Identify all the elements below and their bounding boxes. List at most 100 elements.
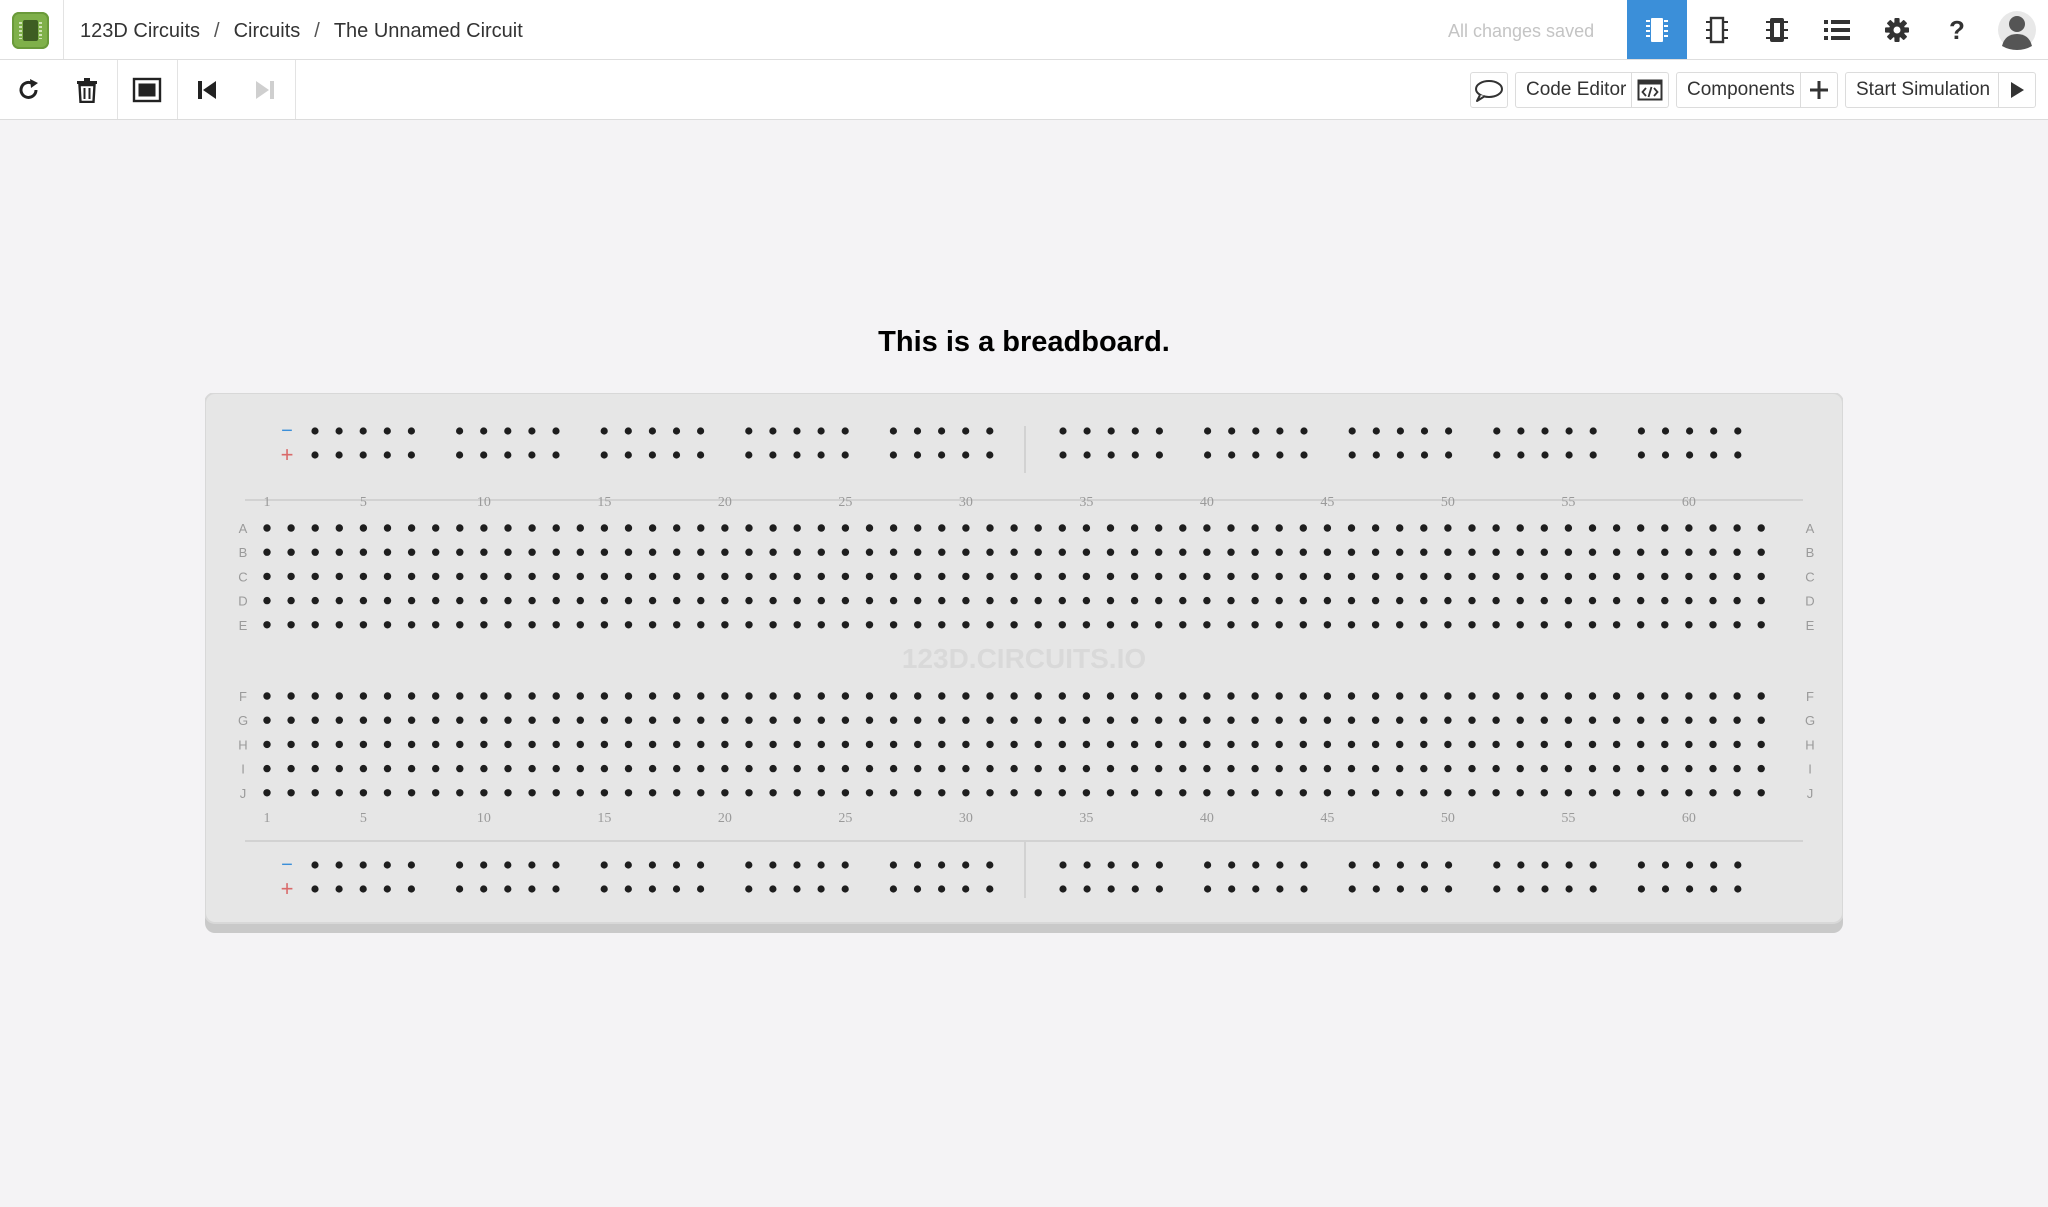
breadboard-hole: [697, 548, 705, 556]
breadboard-hole: [1468, 740, 1476, 749]
breadboard-hole: [962, 621, 970, 629]
breadboard-hole: [1685, 572, 1693, 581]
rail-hole: [745, 885, 753, 893]
redo-button[interactable]: [236, 60, 294, 119]
user-avatar-icon: [1998, 10, 2036, 50]
rail-hole: [1637, 885, 1645, 893]
breadboard-hole: [1612, 740, 1621, 749]
components-label: Components: [1687, 79, 1795, 100]
canvas-annotation-text[interactable]: This is a breadboard.: [0, 326, 2048, 359]
column-label: 30: [959, 495, 973, 510]
row-label: H: [238, 737, 247, 752]
rail-hole: [480, 861, 488, 869]
circuit-name[interactable]: The Unnamed Circuit: [334, 20, 523, 42]
breadboard-hole: [769, 572, 777, 581]
pcb-view-button[interactable]: [1747, 0, 1807, 59]
breadboard-hole: [528, 621, 536, 629]
breadboard-hole: [1227, 764, 1235, 773]
breadboard-hole: [311, 740, 319, 749]
rail-hole: [1493, 451, 1501, 459]
breadboard-hole: [1371, 716, 1380, 724]
breadboard-hole: [1492, 764, 1500, 773]
breadboard-hole: [1130, 621, 1139, 629]
help-button[interactable]: ?: [1927, 0, 1987, 59]
breadboard-hole: [1275, 621, 1283, 629]
rail-hole: [1204, 427, 1212, 435]
rail-hole: [1348, 451, 1356, 459]
settings-button[interactable]: [1867, 0, 1927, 59]
breadboard-hole: [504, 596, 512, 605]
breadboard-hole: [287, 716, 295, 724]
breadboard-hole: [1106, 716, 1115, 724]
breadboard-hole: [1251, 524, 1259, 532]
components-button[interactable]: Components: [1676, 72, 1838, 108]
breadboard-view-button[interactable]: [1627, 0, 1687, 59]
fit-to-view-button[interactable]: [118, 60, 176, 119]
breadboard-hole: [1130, 596, 1139, 605]
code-editor-button[interactable]: Code Editor: [1515, 72, 1669, 108]
breadboard-hole: [1058, 596, 1066, 605]
breadboard-hole: [914, 621, 922, 629]
component-list-button[interactable]: [1807, 0, 1867, 59]
rail-hole: [1420, 451, 1429, 459]
breadboard-hole: [793, 764, 801, 773]
rail-hole: [1493, 427, 1501, 435]
breadboard-hole: [263, 572, 271, 581]
rail-hole: [335, 885, 343, 893]
breadboard-hole: [1058, 789, 1066, 797]
breadboard-hole: [287, 596, 295, 605]
undo-button[interactable]: [178, 60, 236, 119]
breadboard-hole: [1612, 596, 1621, 605]
schematic-view-button[interactable]: [1687, 0, 1747, 59]
breadboard-hole: [383, 572, 392, 581]
rail-hole: [1059, 451, 1067, 459]
breadboard-hole: [793, 524, 801, 532]
rail-hole: [793, 885, 801, 893]
breadboard-hole: [1540, 716, 1549, 724]
breadboard-hole: [865, 548, 874, 556]
app-logo-icon[interactable]: [12, 12, 49, 49]
divider: [295, 60, 296, 119]
breadboard-hole: [576, 548, 584, 556]
breadboard-hole: [817, 740, 825, 749]
breadboard-hole: [1685, 789, 1693, 797]
breadboard-hole: [1444, 789, 1452, 797]
breadboard-hole: [865, 621, 874, 629]
breadboard-hole: [841, 716, 850, 724]
breadcrumb-home-link[interactable]: 123D Circuits: [80, 20, 200, 42]
breadboard-hole: [1010, 789, 1018, 797]
breadboard-hole: [311, 621, 319, 629]
breadboard-hole: [576, 764, 584, 773]
breadboard[interactable]: 123D.CIRCUITS.IO−+−+1 5 10 15 20 25 30 35 40 45 50…: [205, 393, 1843, 933]
breadcrumb-circuits-link[interactable]: Circuits: [234, 20, 301, 42]
breadboard-hole: [1106, 692, 1115, 700]
breadboard-hole: [263, 621, 271, 629]
breadboard-hole: [1492, 572, 1500, 581]
breadboard-hole: [480, 789, 488, 797]
rail-hole: [359, 885, 367, 893]
rail-hole: [1155, 427, 1163, 435]
rail-hole: [1372, 885, 1380, 893]
delete-button[interactable]: [58, 60, 116, 119]
breadboard-hole: [721, 716, 729, 724]
breadboard-hole: [697, 716, 705, 724]
breadboard-hole: [1251, 716, 1259, 724]
breadboard-hole: [1155, 548, 1163, 556]
breadboard-hole: [1540, 764, 1549, 773]
breadboard-hole: [1733, 596, 1741, 605]
breadboard-hole: [793, 789, 801, 797]
breadboard-hole: [1444, 716, 1452, 724]
rail-hole: [1517, 427, 1525, 435]
breadboard-hole: [697, 572, 705, 581]
rotate-button[interactable]: [0, 60, 58, 119]
breadboard-hole: [311, 764, 319, 773]
start-simulation-button[interactable]: Start Simulation: [1845, 72, 2036, 108]
breadboard-hole: [624, 524, 633, 532]
breadboard-hole: [841, 621, 850, 629]
breadboard-hole: [1516, 572, 1524, 581]
comment-button[interactable]: [1470, 72, 1508, 108]
column-label: 20: [718, 811, 732, 826]
user-menu-button[interactable]: [1987, 0, 2047, 59]
breadboard-hole: [1444, 524, 1452, 532]
breadboard-hole: [1155, 596, 1163, 605]
